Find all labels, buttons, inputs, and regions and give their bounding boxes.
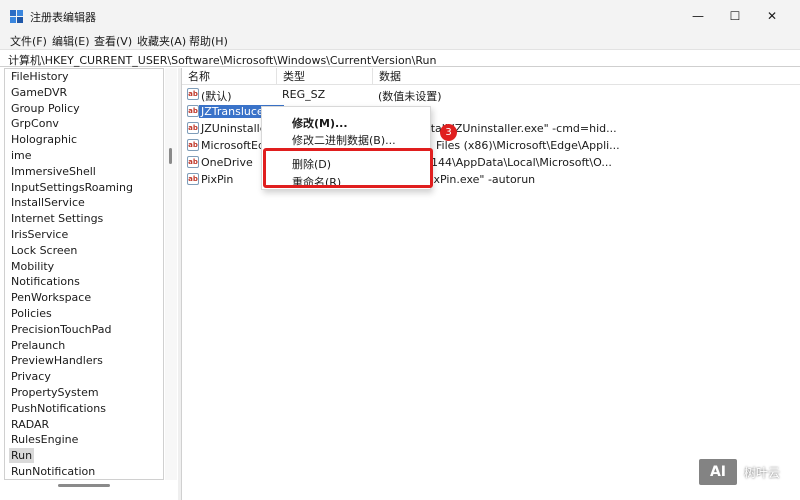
value-name: PixPin: [201, 173, 234, 186]
string-value-icon: ab: [187, 122, 199, 134]
tree-item-runnotification[interactable]: RunNotification: [9, 464, 97, 479]
string-value-icon: ab: [187, 173, 199, 185]
tree-vertical-scrollbar[interactable]: [165, 68, 177, 480]
close-icon: ✕: [766, 8, 778, 23]
value-name: OneDrive: [201, 156, 253, 169]
close-button[interactable]: ✕: [754, 0, 790, 31]
tree-item-previewhandlers[interactable]: PreviewHandlers: [9, 353, 105, 368]
value-data: Files (x86)\Microsoft\Edge\Appli...: [436, 139, 620, 152]
value-data: (数值未设置): [378, 90, 442, 103]
tree-item-penworkspace[interactable]: PenWorkspace: [9, 290, 93, 305]
address-bar[interactable]: 计算机\HKEY_CURRENT_USER\Software\Microsoft…: [0, 49, 800, 67]
watermark-logo: AI: [697, 457, 739, 487]
menu-help[interactable]: 帮助(H): [189, 33, 228, 49]
column-header-data[interactable]: 数据: [373, 68, 800, 85]
value-type: REG_SZ: [282, 88, 326, 101]
menu-favorites[interactable]: 收藏夹(A): [137, 33, 186, 49]
menu-edit[interactable]: 编辑(E): [52, 33, 90, 49]
tree-item-run[interactable]: Run: [9, 448, 35, 464]
tree-item-mobility[interactable]: Mobility: [9, 259, 56, 274]
tree-item-propertysystem[interactable]: PropertySystem: [9, 385, 101, 400]
tree-item-notifications[interactable]: Notifications: [9, 274, 82, 289]
key-tree[interactable]: FileHistory GameDVR Group Policy GrpConv…: [4, 68, 164, 480]
tree-item-pushnotifications[interactable]: PushNotifications: [9, 401, 108, 416]
column-header-type[interactable]: 类型: [277, 68, 373, 85]
tree-item-radar[interactable]: RADAR: [9, 417, 51, 432]
window-title: 注册表编辑器: [30, 11, 96, 24]
minimize-button[interactable]: —: [680, 0, 716, 31]
step-badge: 3: [440, 124, 457, 141]
tree-item-inputsettingsroaming[interactable]: InputSettingsRoaming: [9, 180, 135, 195]
string-value-icon: ab: [187, 88, 199, 100]
tree-horizontal-scroll-thumb[interactable]: [58, 484, 110, 487]
watermark: AI 树叶云: [697, 455, 797, 489]
string-value-icon: ab: [187, 105, 199, 117]
value-name: (默认): [201, 90, 232, 103]
menu-item-modify[interactable]: 修改(M)...: [292, 115, 348, 131]
tree-item-internet-settings[interactable]: Internet Settings: [9, 211, 105, 226]
tree-item-ime[interactable]: ime: [9, 148, 34, 163]
tree-item-grpconv[interactable]: GrpConv: [9, 116, 61, 131]
address-path: 计算机\HKEY_CURRENT_USER\Software\Microsoft…: [8, 54, 437, 67]
regedit-app-icon: [10, 10, 23, 23]
value-data: 1144\AppData\Local\Microsoft\O...: [424, 156, 612, 169]
tree-item-gamedvr[interactable]: GameDVR: [9, 85, 69, 100]
value-data: PixPin.exe" -autorun: [424, 173, 536, 186]
menu-bar: 文件(F) 编辑(E) 查看(V) 收藏夹(A) 帮助(H): [0, 31, 800, 49]
tree-item-group-policy[interactable]: Group Policy: [9, 101, 82, 116]
tree-item-rulesengine[interactable]: RulesEngine: [9, 432, 80, 447]
string-value-icon: ab: [187, 156, 199, 168]
tree-item-holographic[interactable]: Holographic: [9, 132, 79, 147]
string-value-icon: ab: [187, 139, 199, 151]
tree-item-privacy[interactable]: Privacy: [9, 369, 53, 384]
menu-file[interactable]: 文件(F): [10, 33, 47, 49]
tree-item-filehistory[interactable]: FileHistory: [9, 69, 71, 84]
watermark-text: 树叶云: [744, 465, 781, 480]
column-header-name[interactable]: 名称: [182, 68, 277, 85]
title-bar: 注册表编辑器 — ☐ ✕: [0, 0, 800, 31]
tree-item-prelaunch[interactable]: Prelaunch: [9, 338, 67, 353]
tree-item-installservice[interactable]: InstallService: [9, 195, 87, 210]
menu-item-modify-binary[interactable]: 修改二进制数据(B)...: [292, 132, 396, 148]
maximize-button[interactable]: ☐: [717, 0, 753, 31]
maximize-icon: ☐: [729, 8, 741, 23]
tree-item-precisiontouchpad[interactable]: PrecisionTouchPad: [9, 322, 114, 337]
tree-item-irisservice[interactable]: IrisService: [9, 227, 70, 242]
tree-item-lock-screen[interactable]: Lock Screen: [9, 243, 79, 258]
tree-item-immersiveshell[interactable]: ImmersiveShell: [9, 164, 98, 179]
tree-item-policies[interactable]: Policies: [9, 306, 54, 321]
minimize-icon: —: [692, 8, 704, 23]
tree-scroll-thumb[interactable]: [169, 148, 172, 164]
value-row[interactable]: ab (默认) REG_SZ (数值未设置): [182, 86, 800, 103]
delete-highlight-box: [263, 148, 433, 188]
menu-view[interactable]: 查看(V): [94, 33, 132, 49]
